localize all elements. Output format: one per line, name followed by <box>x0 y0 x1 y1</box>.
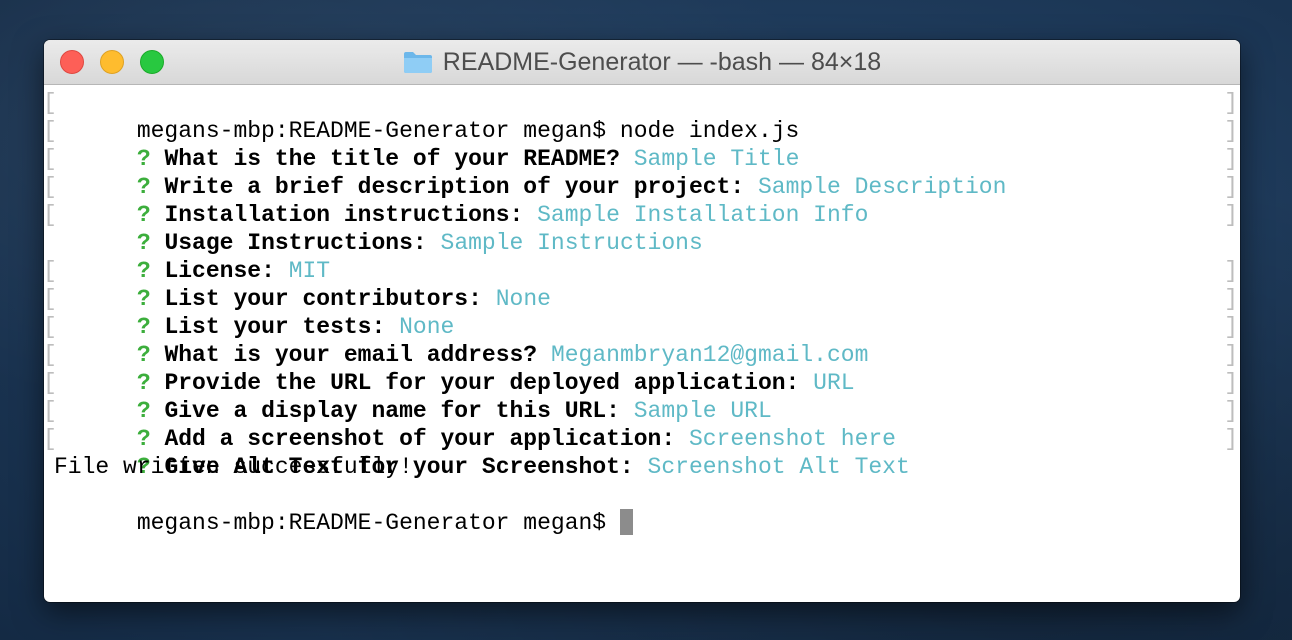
question-line: [? Give a display name for this URL: Sam… <box>44 369 1240 424</box>
mark-right: ] <box>1224 258 1238 284</box>
text-cursor <box>619 509 633 535</box>
mark-left: [ <box>44 202 57 228</box>
mark-left: [ <box>44 342 57 368</box>
mark-right: ] <box>1224 398 1238 424</box>
mark-right: ] <box>1224 426 1238 452</box>
mark-right: ] <box>1224 174 1238 200</box>
window-title: README-Generator — -bash — 84×18 <box>44 40 1240 84</box>
mark-left: [ <box>44 370 57 396</box>
question-line: [? Write a brief description of your pro… <box>44 145 1240 200</box>
question-line: [? What is the title of your README? Sam… <box>44 117 1240 172</box>
window-title-text: README-Generator — -bash — 84×18 <box>442 47 882 76</box>
final-prompt-line[interactable]: megans-mbp:README-Generator megan$ <box>44 481 1240 536</box>
mark-left: [ <box>44 258 57 284</box>
mark-left: [ <box>44 286 57 312</box>
question-line: [? Give Alt Text for your Screenshot: Sc… <box>44 425 1240 480</box>
question-line: [? List your contributors: None ] <box>44 257 1240 312</box>
mark-left: [ <box>44 174 57 200</box>
question-line: [? List your tests: None ] <box>44 285 1240 340</box>
question-line: [? Usage Instructions: Sample Instructio… <box>44 201 1240 256</box>
terminal-output[interactable]: [megans-mbp:README-Generator megan$ node… <box>44 85 1240 536</box>
title-bar[interactable]: README-Generator — -bash — 84×18 <box>44 40 1240 85</box>
mark-right: ] <box>1224 118 1238 144</box>
question-line: [? What is your email address? Meganmbry… <box>44 313 1240 368</box>
mark-left: [ <box>44 90 57 116</box>
mark-right: ] <box>1224 146 1238 172</box>
success-message: File written successfully! <box>54 454 413 480</box>
final-prompt: megans-mbp:README-Generator megan$ <box>136 510 620 536</box>
mark-right: ] <box>1224 90 1238 116</box>
mark-right: ] <box>1224 286 1238 312</box>
terminal-window[interactable]: README-Generator — -bash — 84×18 [megans… <box>44 40 1240 602</box>
folder-icon <box>403 50 433 74</box>
mark-left: [ <box>44 398 57 424</box>
question-line: [? Provide the URL for your deployed app… <box>44 341 1240 396</box>
mark-right: ] <box>1224 314 1238 340</box>
mark-right: ] <box>1224 342 1238 368</box>
mark-right: ] <box>1224 202 1238 228</box>
question-line: [? Add a screenshot of your application:… <box>44 397 1240 452</box>
mark-right: ] <box>1224 370 1238 396</box>
mark-left: [ <box>44 146 57 172</box>
mark-left: [ <box>44 118 57 144</box>
question-line: [? Installation instructions: Sample Ins… <box>44 173 1240 228</box>
question-line: ? License: MIT <box>44 229 1240 284</box>
mark-left: [ <box>44 314 57 340</box>
command-line: [megans-mbp:README-Generator megan$ node… <box>44 89 1240 144</box>
mark-left: [ <box>44 426 57 452</box>
